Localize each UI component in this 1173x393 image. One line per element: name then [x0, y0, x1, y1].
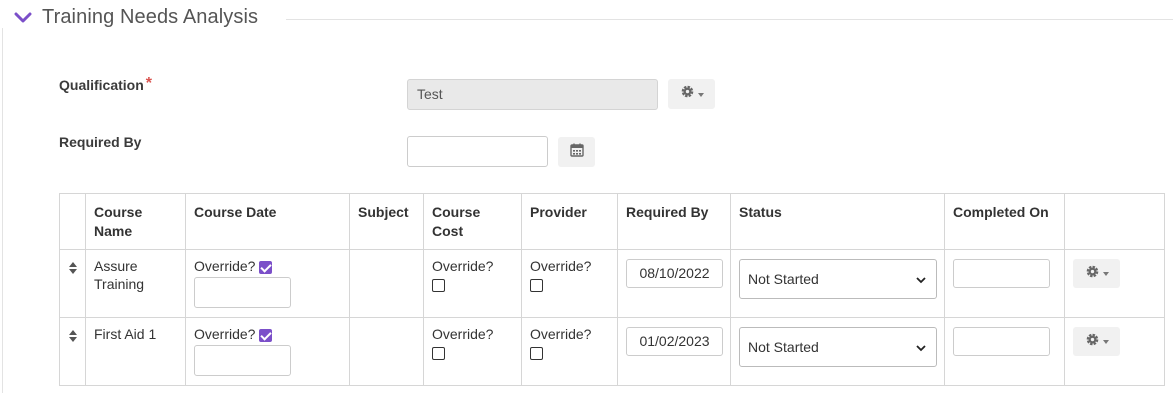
provider-cell: Override?	[521, 249, 618, 318]
required-by-field[interactable]	[407, 136, 548, 167]
course-cost-cell: Override?	[423, 249, 522, 318]
course-date-override-checkbox[interactable]	[259, 328, 273, 342]
provider-override-checkbox[interactable]	[530, 278, 543, 292]
required-asterisk: *	[145, 75, 153, 92]
header-status: Status	[730, 193, 945, 250]
actions-cell	[1064, 249, 1165, 318]
gear-icon	[680, 84, 695, 104]
subject-cell	[349, 249, 424, 318]
caret-down-icon	[697, 92, 704, 97]
status-select[interactable]: Not Started	[739, 327, 937, 367]
override-label: Override?	[432, 326, 494, 342]
sort-icon[interactable]	[68, 329, 77, 345]
required-by-cell: 08/10/2022	[617, 249, 731, 318]
calendar-button[interactable]	[558, 137, 595, 167]
required-by-label: Required By	[59, 134, 142, 150]
actions-cell	[1064, 317, 1165, 386]
header-course-date: Course Date	[185, 193, 350, 250]
provider-cell: Override?	[521, 317, 618, 386]
course-date-input[interactable]	[194, 345, 291, 376]
course-date-override-checkbox[interactable]	[259, 260, 273, 274]
completed-on-cell	[944, 317, 1065, 386]
course-name-cell: Assure Training	[85, 249, 186, 318]
row-options-button[interactable]	[1073, 327, 1120, 356]
status-cell: Not Started	[730, 249, 945, 318]
qualification-options-button[interactable]	[668, 79, 715, 109]
qualification-label: Qualification *	[59, 75, 153, 95]
header-required-by: Required By	[617, 193, 731, 250]
caret-down-icon	[1102, 340, 1109, 344]
status-select[interactable]: Not Started	[739, 259, 937, 299]
table-row: First Aid 1 Override? Override? Override…	[59, 317, 1165, 386]
status-value: Not Started	[748, 271, 819, 287]
override-label: Override?	[432, 258, 494, 274]
section-left-border	[2, 28, 3, 393]
required-by-date-input[interactable]: 01/02/2023	[626, 327, 723, 356]
override-label: Override?	[194, 326, 256, 342]
table-row: Assure Training Override? Override? Over…	[59, 249, 1165, 318]
status-value: Not Started	[748, 339, 819, 355]
override-label: Override?	[530, 326, 592, 342]
course-cost-override-checkbox[interactable]	[432, 346, 445, 360]
required-by-cell: 01/02/2023	[617, 317, 731, 386]
chevron-down-icon	[916, 338, 926, 356]
completed-on-cell	[944, 249, 1065, 318]
header-course-name: Course Name	[85, 193, 186, 250]
course-cost-override-checkbox[interactable]	[432, 278, 445, 292]
course-date-cell: Override?	[185, 249, 350, 318]
course-date-input[interactable]	[194, 277, 291, 308]
header-actions	[1064, 193, 1165, 250]
gear-icon	[1085, 332, 1100, 351]
table-header-row: Course Name Course Date Subject Course C…	[59, 193, 1165, 250]
qualification-field[interactable]: Test	[407, 79, 658, 110]
header-subject: Subject	[349, 193, 424, 250]
course-name-cell: First Aid 1	[85, 317, 186, 386]
row-options-button[interactable]	[1073, 259, 1120, 288]
calendar-icon	[569, 143, 584, 162]
provider-override-checkbox[interactable]	[530, 346, 543, 360]
chevron-down-icon[interactable]	[12, 7, 34, 29]
subject-cell	[349, 317, 424, 386]
header-divider	[286, 19, 1173, 20]
header-sort	[59, 193, 86, 250]
sort-handle[interactable]	[59, 317, 86, 386]
override-label: Override?	[194, 258, 256, 274]
completed-on-input[interactable]	[953, 259, 1050, 288]
section-title: Training Needs Analysis	[42, 6, 259, 28]
status-cell: Not Started	[730, 317, 945, 386]
training-table: Course Name Course Date Subject Course C…	[59, 193, 1165, 386]
caret-down-icon	[1102, 272, 1109, 276]
header-completed-on: Completed On	[944, 193, 1065, 250]
header-provider: Provider	[521, 193, 618, 250]
chevron-down-icon	[916, 270, 926, 288]
section-header[interactable]: Training Needs Analysis	[12, 6, 258, 29]
course-date-cell: Override?	[185, 317, 350, 386]
course-cost-cell: Override?	[423, 317, 522, 386]
completed-on-input[interactable]	[953, 327, 1050, 356]
sort-handle[interactable]	[59, 249, 86, 318]
override-label: Override?	[530, 258, 592, 274]
qualification-label-text: Qualification	[59, 77, 144, 93]
gear-icon	[1085, 264, 1100, 283]
sort-icon[interactable]	[68, 261, 77, 277]
required-by-date-input[interactable]: 08/10/2022	[626, 259, 723, 288]
header-course-cost: Course Cost	[423, 193, 522, 250]
